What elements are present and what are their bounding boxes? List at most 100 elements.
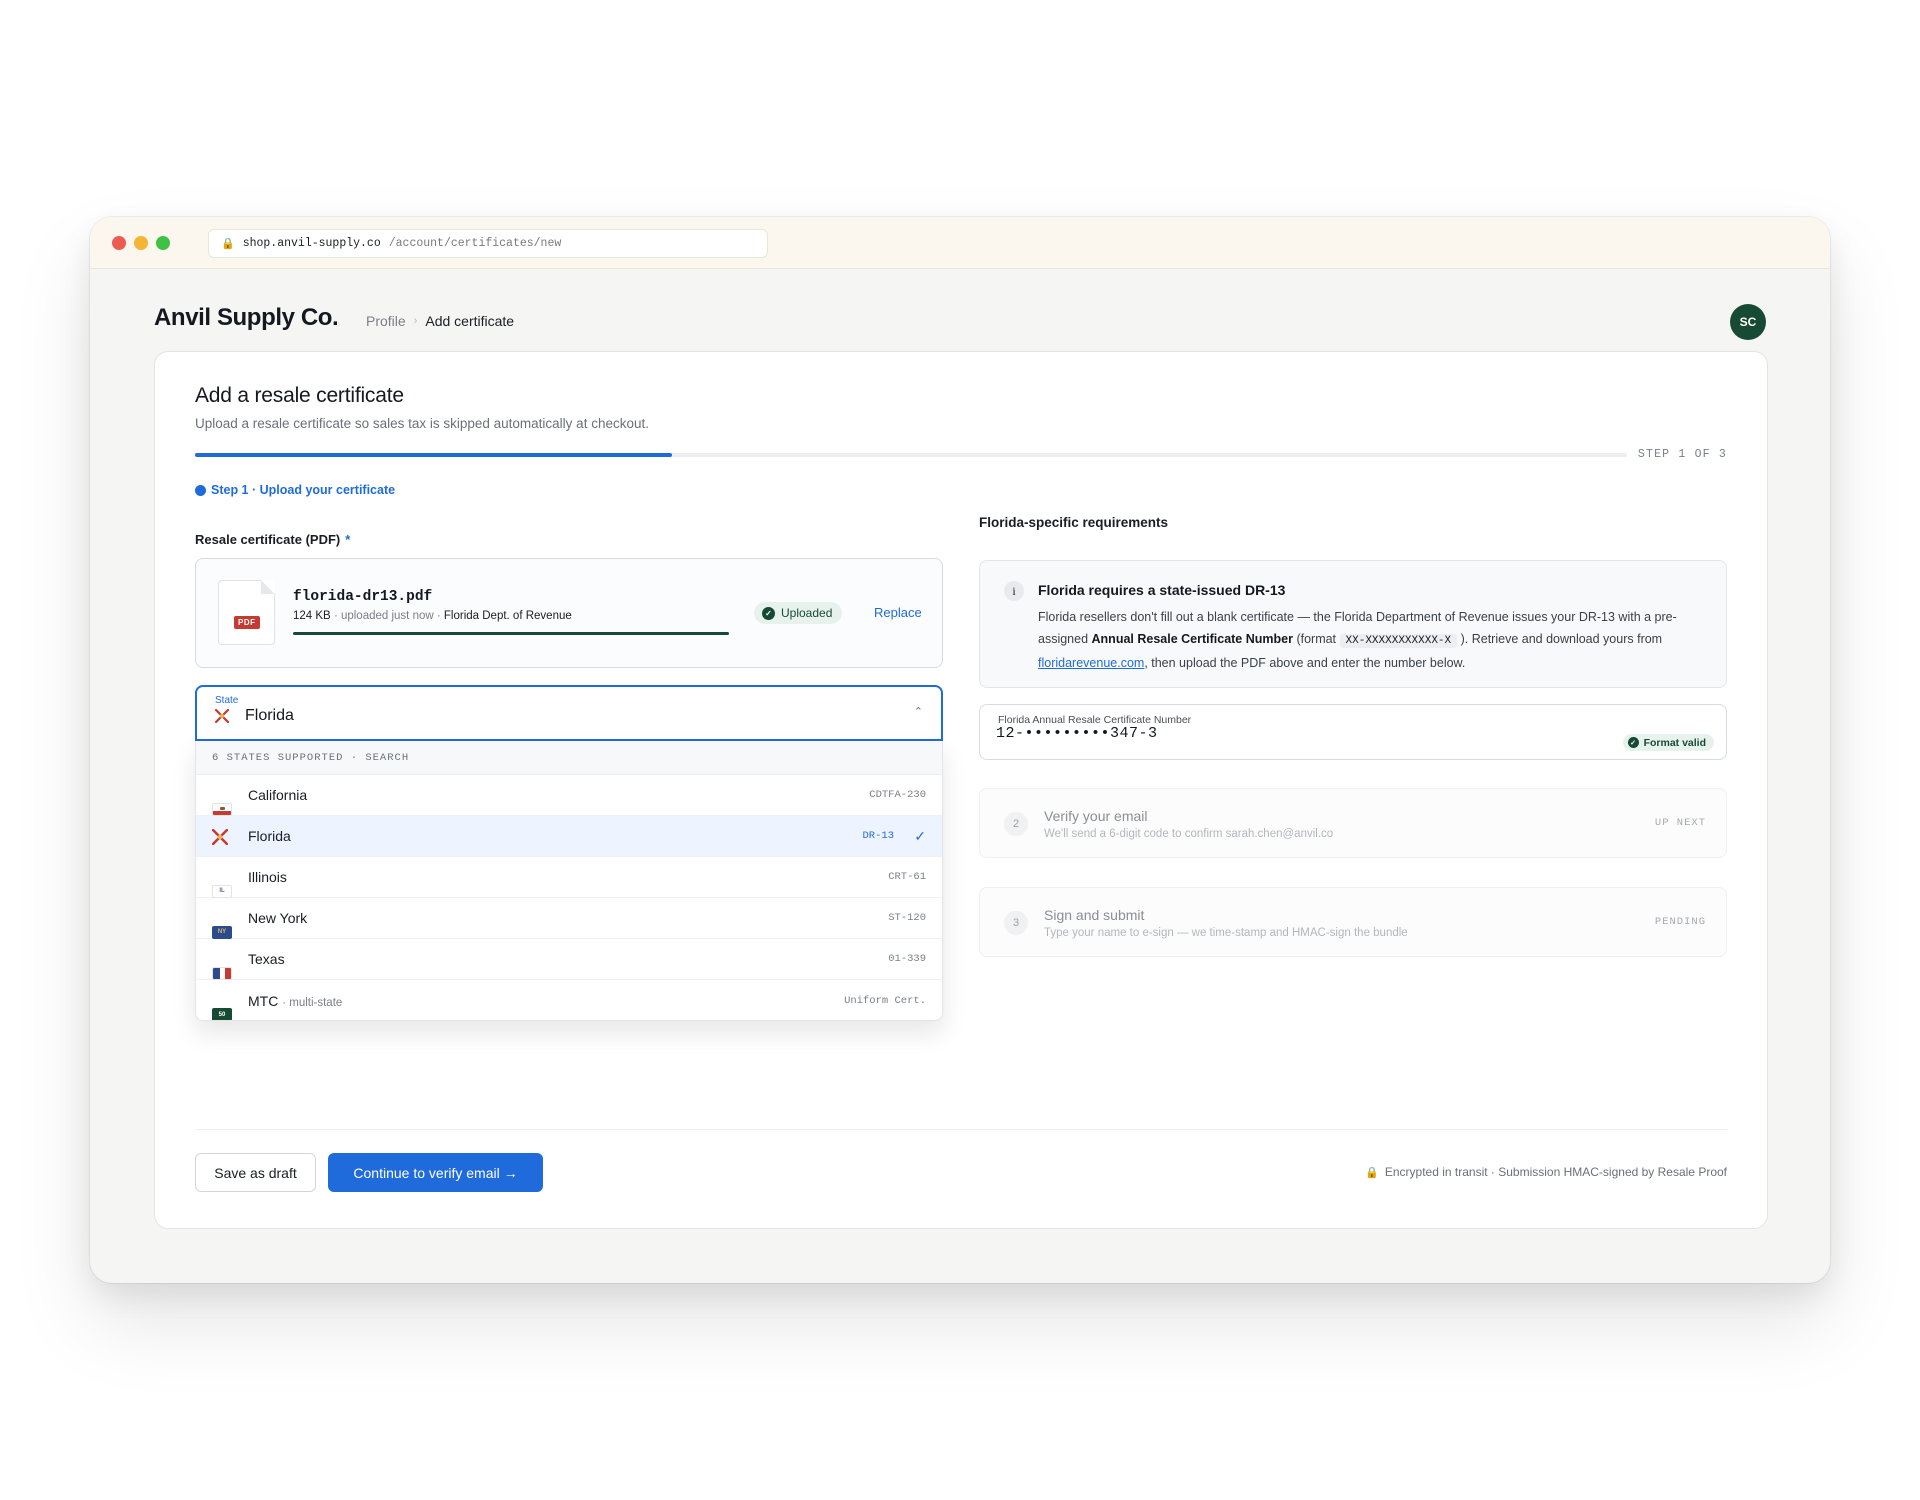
- state-form-code: CDTFA-230: [869, 789, 926, 801]
- url-host: shop.anvil-supply.co: [242, 237, 381, 250]
- chevron-right-icon: ›: [413, 315, 418, 327]
- required-marker: *: [345, 532, 351, 547]
- browser-window: 🔒 shop.anvil-supply.co /account/certific…: [90, 217, 1830, 1283]
- state-dropdown-list: 6 STATES SUPPORTED · SEARCH California C…: [195, 741, 943, 1021]
- state-form-code: DR-13: [862, 830, 894, 842]
- pdf-file-icon: PDF: [218, 580, 275, 645]
- info-icon: i: [1004, 581, 1024, 601]
- state-option-illinois[interactable]: IL Illinois CRT-61: [196, 857, 942, 898]
- state-option-label: Illinois: [248, 869, 287, 885]
- file-time: · uploaded just now ·: [333, 610, 441, 622]
- top-navigation: Anvil Supply Co. Profile › Add certifica…: [154, 297, 1766, 347]
- continue-button[interactable]: Continue to verify email →: [328, 1153, 543, 1192]
- format-valid-text: Format valid: [1643, 736, 1706, 749]
- breadcrumb-profile-link[interactable]: Profile: [366, 313, 406, 329]
- state-option-label: California: [248, 787, 308, 803]
- florida-flag-icon: [211, 828, 229, 850]
- lock-icon: 🔒: [1365, 1166, 1379, 1179]
- state-form-code: ST-120: [888, 912, 926, 924]
- info-text: , then upload the PDF above and enter th…: [1144, 656, 1466, 670]
- info-title: Florida requires a state-issued DR-13: [1038, 582, 1286, 598]
- state-option-mtc[interactable]: 50 MTC · multi-state Uniform Cert.: [196, 980, 942, 1020]
- security-note-text: Encrypted in transit · Submission HMAC-s…: [1384, 1165, 1727, 1179]
- upload-progress-bar: [293, 632, 729, 635]
- wizard-progress-bar: [195, 453, 1627, 457]
- browser-titlebar: 🔒 shop.anvil-supply.co /account/certific…: [90, 217, 1830, 269]
- upload-label-text: Resale certificate (PDF): [195, 532, 341, 547]
- state-option-label: Texas: [248, 951, 285, 967]
- format-code: XX-XXXXXXXXXXX-X: [1339, 634, 1458, 648]
- new-york-flag-icon: NY: [212, 925, 232, 939]
- close-window-button[interactable]: [112, 236, 126, 250]
- pdf-tag: PDF: [234, 616, 260, 629]
- user-avatar[interactable]: SC: [1730, 304, 1766, 340]
- mtc-flag-icon: 50: [212, 1008, 232, 1020]
- current-step-label: Step 1 · Upload your certificate: [211, 483, 396, 497]
- uploaded-file-card: PDF florida-dr13.pdf 124 KB · uploaded j…: [195, 558, 943, 668]
- info-bold: Annual Resale Certificate Number: [1091, 632, 1293, 646]
- state-option-new-york[interactable]: NY New York ST-120: [196, 898, 942, 939]
- state-option-label: New York: [248, 910, 308, 926]
- florida-revenue-link[interactable]: floridarevenue.com: [1038, 656, 1144, 670]
- state-form-code: CRT-61: [888, 871, 926, 883]
- format-valid-badge: ✓ Format valid: [1622, 734, 1714, 751]
- state-option-texas[interactable]: Texas 01-339: [196, 939, 942, 980]
- breadcrumb-current: Add certificate: [425, 313, 515, 329]
- state-option-label: Florida: [248, 828, 291, 844]
- upload-field-label: Resale certificate (PDF) *: [195, 532, 350, 547]
- state-option-name: MTC: [248, 992, 279, 1009]
- current-step-indicator: Step 1 · Upload your certificate: [195, 483, 395, 497]
- security-note: 🔒 Encrypted in transit · Submission HMAC…: [1365, 1165, 1727, 1179]
- illinois-flag-icon: IL: [212, 884, 232, 898]
- state-select-label: State: [215, 695, 239, 706]
- page-subtitle: Upload a resale certificate so sales tax…: [195, 416, 649, 431]
- certificate-number-field[interactable]: Florida Annual Resale Certificate Number…: [979, 704, 1727, 760]
- step-count: STEP 1 OF 3: [1637, 448, 1727, 461]
- file-issuer: Florida Dept. of Revenue: [443, 610, 572, 622]
- step-sign-submit: 3 Sign and submit Type your name to e-si…: [979, 887, 1727, 957]
- lock-icon: 🔒: [221, 238, 235, 251]
- info-body: Florida resellers don't fill out a blank…: [1038, 606, 1710, 674]
- requirements-title: Florida-specific requirements: [979, 515, 1169, 530]
- file-name: florida-dr13.pdf: [293, 589, 433, 605]
- step-title: Verify your email: [1044, 808, 1148, 824]
- uploaded-status-text: Uploaded: [781, 606, 833, 620]
- certificate-form-card: Add a resale certificate Upload a resale…: [154, 351, 1768, 1229]
- state-option-sub: · multi-state: [282, 996, 343, 1009]
- step-description: Type your name to e-sign — we time-stamp…: [1044, 927, 1408, 939]
- minimize-window-button[interactable]: [134, 236, 148, 250]
- step-verify-email: 2 Verify your email We'll send a 6-digit…: [979, 788, 1727, 858]
- step-dot-icon: [195, 484, 206, 496]
- wizard-progress-fill: [195, 453, 672, 457]
- checkmark-icon: ✓: [914, 827, 926, 844]
- step-status: UP NEXT: [1654, 817, 1706, 829]
- step-description: We'll send a 6-digit code to confirm sar…: [1044, 828, 1334, 840]
- certificate-number-input[interactable]: 12-•••••••••347-3: [996, 725, 1158, 742]
- state-option-florida[interactable]: Florida DR-13 ✓: [196, 816, 942, 857]
- state-select-value: Florida: [245, 707, 294, 724]
- footer-divider: [195, 1129, 1727, 1130]
- california-flag-icon: [212, 802, 232, 816]
- florida-info-callout: i Florida requires a state-issued DR-13 …: [979, 560, 1727, 688]
- info-text: (format: [1292, 632, 1340, 646]
- page-title: Add a resale certificate: [195, 384, 404, 407]
- florida-flag-icon: [214, 708, 230, 728]
- step-number: 2: [1004, 812, 1028, 836]
- save-draft-button[interactable]: Save as draft: [195, 1153, 316, 1192]
- uploaded-status-badge: ✓ Uploaded: [754, 602, 843, 624]
- state-option-california[interactable]: California CDTFA-230: [196, 775, 942, 816]
- step-status: PENDING: [1654, 916, 1706, 928]
- dropdown-search-header[interactable]: 6 STATES SUPPORTED · SEARCH: [196, 741, 942, 775]
- brand-logo[interactable]: Anvil Supply Co.: [154, 304, 339, 332]
- address-bar[interactable]: 🔒 shop.anvil-supply.co /account/certific…: [208, 229, 768, 258]
- step-number: 3: [1004, 911, 1028, 935]
- chevron-up-icon[interactable]: ⌃: [914, 705, 923, 718]
- state-form-code: Uniform Cert.: [844, 994, 926, 1007]
- upload-progress-fill: [293, 632, 729, 635]
- state-select[interactable]: State Florida ⌃: [195, 685, 943, 741]
- texas-flag-icon: [212, 966, 232, 980]
- maximize-window-button[interactable]: [156, 236, 170, 250]
- step-title: Sign and submit: [1044, 907, 1145, 923]
- file-meta: 124 KB · uploaded just now · Florida Dep…: [293, 610, 572, 622]
- replace-file-link[interactable]: Replace: [874, 605, 922, 620]
